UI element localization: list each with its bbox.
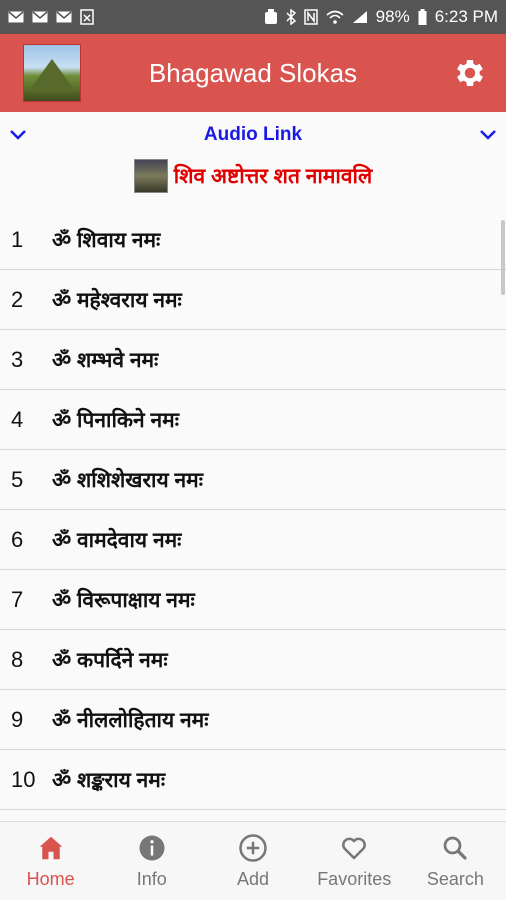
item-text: ॐ पिनाकिने नमः xyxy=(52,408,179,432)
item-text: ॐ शशिशेखराय नमः xyxy=(52,468,203,492)
item-text: ॐ वामदेवाय नमः xyxy=(52,528,182,552)
audio-link[interactable]: Audio Link xyxy=(204,124,302,146)
bluetooth-icon xyxy=(286,9,296,25)
download-icon xyxy=(80,9,94,25)
app-title: Bhagawad Slokas xyxy=(148,57,358,88)
status-bar-notifications xyxy=(8,9,94,25)
mail-icon xyxy=(56,11,72,23)
section-title: शिव अष्टोत्तर शत नामावलि xyxy=(173,165,373,188)
mail-icon xyxy=(8,11,24,23)
nfc-icon xyxy=(303,9,318,25)
item-number: 7 xyxy=(11,586,24,612)
item-text: ॐ नीललोहिताय नमः xyxy=(52,708,209,732)
search-icon xyxy=(444,836,468,860)
wifi-icon xyxy=(326,10,344,24)
mail-icon xyxy=(32,11,48,23)
nav-home-label: Home xyxy=(26,868,75,889)
list-item[interactable]: 5 ॐ शशिशेखराय नमः xyxy=(0,450,506,510)
list-item[interactable]: 8 ॐ कपर्दिने नमः xyxy=(0,630,506,690)
gear-icon[interactable] xyxy=(452,55,488,91)
item-number: 5 xyxy=(11,466,24,492)
bottom-navigation: Home Info Add Favorites Search xyxy=(0,821,506,900)
item-number: 3 xyxy=(11,346,24,372)
nav-add-label: Add xyxy=(236,868,270,889)
home-icon xyxy=(39,836,62,859)
audio-link-row[interactable]: Audio Link xyxy=(0,112,506,158)
nav-home[interactable]: Home xyxy=(0,822,101,900)
nav-info[interactable]: Info xyxy=(101,822,202,900)
nav-add[interactable]: Add xyxy=(202,822,303,900)
info-icon xyxy=(139,835,165,860)
list-item[interactable]: 3 ॐ शम्भवे नमः xyxy=(0,330,506,390)
list-item[interactable]: 1 ॐ शिवाय नमः xyxy=(0,210,506,270)
signal-icon xyxy=(352,10,368,24)
list-item[interactable]: 4 ॐ पिनाकिने नमः xyxy=(0,390,506,450)
battery-percent: 98% xyxy=(375,7,410,26)
item-number: 1 xyxy=(11,226,24,252)
app-bar: Bhagawad Slokas xyxy=(0,34,506,112)
list-item[interactable]: 6 ॐ वामदेवाय नमः xyxy=(0,510,506,570)
item-number: 6 xyxy=(11,526,24,552)
sloka-list: 1 ॐ शिवाय नमः 2 ॐ महेश्वराय नमः 3 ॐ शम्भवे … xyxy=(0,210,506,810)
item-text: ॐ शिवाय नमः xyxy=(52,228,161,252)
status-bar-system: 98% 6:23 PM xyxy=(264,7,498,27)
nav-favorites-label: Favorites xyxy=(317,868,392,889)
list-item[interactable]: 10 ॐ शङ्कराय नमः xyxy=(0,750,506,810)
list-item[interactable]: 9 ॐ नीललोहिताय नमः xyxy=(0,690,506,750)
item-text: ॐ शम्भवे नमः xyxy=(52,348,159,372)
nav-search-label: Search xyxy=(426,868,484,889)
item-number: 10 xyxy=(11,766,36,792)
list-item[interactable]: 2 ॐ महेश्वराय नमः xyxy=(0,270,506,330)
battery-icon xyxy=(418,9,427,25)
item-text: ॐ महेश्वराय नमः xyxy=(52,288,182,312)
item-number: 4 xyxy=(11,406,24,432)
scrollbar[interactable] xyxy=(501,220,505,295)
chevron-down-icon[interactable] xyxy=(6,122,30,146)
item-text: ॐ शङ्कराय नमः xyxy=(52,768,166,792)
heart-icon xyxy=(342,837,367,859)
item-number: 2 xyxy=(11,286,24,312)
shiva-image xyxy=(133,159,168,193)
add-icon xyxy=(239,833,267,862)
item-text: ॐ विरूपाक्षाय नमः xyxy=(52,588,195,612)
status-bar: 98% 6:23 PM xyxy=(0,0,506,34)
item-number: 8 xyxy=(11,646,24,672)
section-header: शिव अष्टोत्तर शत नामावलि xyxy=(0,156,506,196)
alarm-icon xyxy=(264,9,278,25)
list-item[interactable]: 7 ॐ विरूपाक्षाय नमः xyxy=(0,570,506,630)
nav-info-label: Info xyxy=(136,868,167,889)
chevron-down-icon[interactable] xyxy=(476,122,500,146)
clock: 6:23 PM xyxy=(434,7,498,26)
item-text: ॐ कपर्दिने नमः xyxy=(52,648,168,672)
item-number: 9 xyxy=(11,706,24,732)
nav-search[interactable]: Search xyxy=(405,822,506,900)
nav-favorites[interactable]: Favorites xyxy=(304,822,405,900)
